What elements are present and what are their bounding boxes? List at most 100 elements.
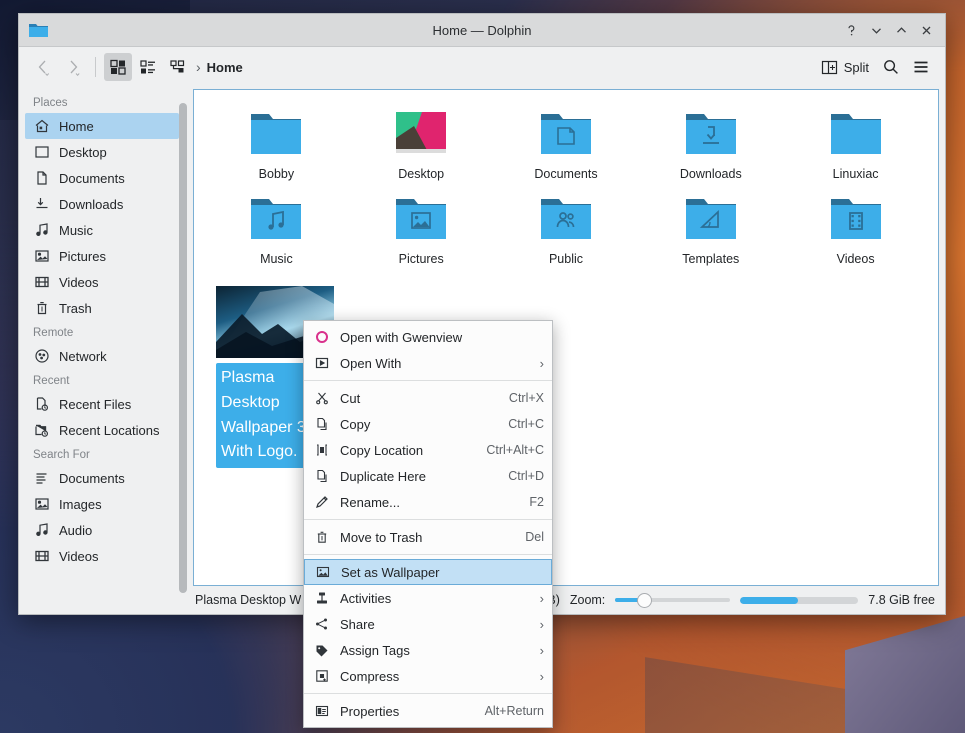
hamburger-menu-icon[interactable] [907, 53, 935, 81]
file-item-desktop[interactable]: Desktop [349, 102, 494, 181]
titlebar[interactable]: Home — Dolphin [19, 14, 945, 47]
menu-item-compress[interactable]: Compress › [304, 663, 552, 689]
menu-item-share[interactable]: Share › [304, 611, 552, 637]
split-button[interactable]: Split [815, 53, 875, 81]
sidebar-item-videos[interactable]: Videos [25, 269, 179, 295]
menu-item-accel: Ctrl+D [508, 469, 544, 483]
file-item-linuxiac[interactable]: Linuxiac [783, 102, 928, 181]
back-button[interactable] [29, 53, 57, 81]
menu-item-properties[interactable]: Properties Alt+Return [304, 698, 552, 724]
menu-item-copy[interactable]: Copy Ctrl+C [304, 411, 552, 437]
desktop-icon [33, 144, 50, 161]
download-icon [33, 196, 50, 213]
file-item-documents[interactable]: Documents [494, 102, 639, 181]
folder-plain-icon [823, 108, 889, 160]
sidebar-item-recent-locations[interactable]: Recent Locations [25, 417, 179, 443]
menu-item-accel: Ctrl+X [508, 391, 544, 405]
sidebar-item-network[interactable]: Network [25, 343, 179, 369]
menu-item-move-to-trash[interactable]: Move to Trash Del [304, 524, 552, 550]
toolbar-separator [95, 57, 96, 77]
sidebar-item-search-images[interactable]: Images [25, 491, 179, 517]
sidebar-item-trash[interactable]: Trash [25, 295, 179, 321]
file-item-public[interactable]: Public [494, 187, 639, 266]
sidebar-item-search-audio[interactable]: Audio [25, 517, 179, 543]
menu-separator [304, 693, 552, 694]
duplicate-icon [314, 468, 330, 484]
window-title: Home — Dolphin [432, 22, 532, 38]
file-label: Desktop [398, 167, 445, 181]
file-item-templates[interactable]: Templates [638, 187, 783, 266]
sidebar-item-downloads[interactable]: Downloads [25, 191, 179, 217]
search-icon[interactable] [877, 53, 905, 81]
file-grid: Bobby Desktop Documents Downloads Linuxi… [194, 90, 938, 266]
sidebar-item-label: Desktop [59, 144, 107, 160]
menu-item-open-with-gwenview[interactable]: Open with Gwenview [304, 324, 552, 350]
zoom-slider-knob[interactable] [637, 593, 653, 608]
close-button[interactable] [915, 20, 937, 42]
sidebar-item-label: Videos [59, 548, 99, 564]
images-search-icon [33, 496, 50, 513]
file-item-music[interactable]: Music [204, 187, 349, 266]
sidebar-item-search-documents[interactable]: Documents [25, 465, 179, 491]
minimize-button[interactable] [865, 20, 887, 42]
sidebar-item-label: Recent Locations [59, 422, 160, 438]
menu-item-label: Activities [340, 590, 392, 606]
file-item-bobby[interactable]: Bobby [204, 102, 349, 181]
sidebar-item-search-videos[interactable]: Videos [25, 543, 179, 569]
menu-item-cut[interactable]: Cut Ctrl+X [304, 385, 552, 411]
details-view-icon[interactable] [164, 53, 192, 81]
music-icon [33, 222, 50, 239]
menu-item-activities[interactable]: Activities › [304, 585, 552, 611]
forward-button[interactable] [59, 53, 87, 81]
sidebar-item-label: Audio [59, 522, 93, 538]
menu-item-label: Share [340, 616, 375, 632]
sidebar-scroll-content: Places Home Desktop Documents Downloads … [25, 91, 191, 614]
folder-videos-icon [823, 193, 889, 245]
menu-item-set-as-wallpaper[interactable]: Set as Wallpaper [304, 559, 552, 585]
sidebar-item-desktop[interactable]: Desktop [25, 139, 179, 165]
image-icon [33, 248, 50, 265]
menu-item-copy-location[interactable]: Copy Location Ctrl+Alt+C [304, 437, 552, 463]
maximize-button[interactable] [890, 20, 912, 42]
rename-icon [314, 494, 330, 510]
sidebar-item-label: Images [59, 496, 102, 512]
file-item-videos[interactable]: Videos [783, 187, 928, 266]
file-item-pictures[interactable]: Pictures [349, 187, 494, 266]
help-button[interactable] [840, 20, 862, 42]
menu-item-assign-tags[interactable]: Assign Tags › [304, 637, 552, 663]
menu-item-label: Copy [340, 416, 371, 432]
sidebar-section-recent-header: Recent [33, 375, 70, 387]
desktop-decoration-right [845, 613, 965, 733]
file-label: Linuxiac [832, 167, 879, 181]
cut-icon [314, 390, 330, 406]
compress-icon [314, 668, 330, 684]
icons-view-icon[interactable] [104, 53, 132, 81]
sidebar-scrollbar-thumb[interactable] [179, 103, 187, 593]
desktop-thumb-icon [388, 108, 454, 160]
trash-icon [314, 529, 330, 545]
sidebar-item-documents[interactable]: Documents [25, 165, 179, 191]
compact-view-icon[interactable] [134, 53, 162, 81]
sidebar-scrollbar[interactable] [179, 95, 189, 594]
zoom-label: Zoom: [569, 593, 606, 607]
menu-item-label: Duplicate Here [340, 468, 426, 484]
sidebar-item-recent-files[interactable]: Recent Files [25, 391, 179, 417]
sidebar-item-music[interactable]: Music [25, 217, 179, 243]
menu-item-duplicate-here[interactable]: Duplicate Here Ctrl+D [304, 463, 552, 489]
folder-downloads-icon [678, 108, 744, 160]
menu-item-open-with[interactable]: Open With › [304, 350, 552, 376]
menu-item-accel: Ctrl+C [508, 417, 544, 431]
menu-item-label: Cut [340, 390, 361, 406]
menu-item-rename[interactable]: Rename... F2 [304, 489, 552, 515]
capacity-bar-fill [740, 596, 799, 604]
zoom-slider[interactable] [615, 592, 731, 608]
sidebar-item-pictures[interactable]: Pictures [25, 243, 179, 269]
sidebar-item-label: Documents [59, 470, 125, 486]
menu-item-accel: Alt+Return [484, 704, 544, 718]
submenu-arrow-icon: › [539, 355, 544, 371]
file-item-downloads[interactable]: Downloads [638, 102, 783, 181]
submenu-arrow-icon: › [539, 616, 544, 632]
context-menu[interactable]: Open with Gwenview Open With › Cut Ctrl+… [303, 320, 553, 728]
breadcrumb[interactable]: Home [207, 60, 243, 75]
sidebar-item-home[interactable]: Home [25, 113, 179, 139]
